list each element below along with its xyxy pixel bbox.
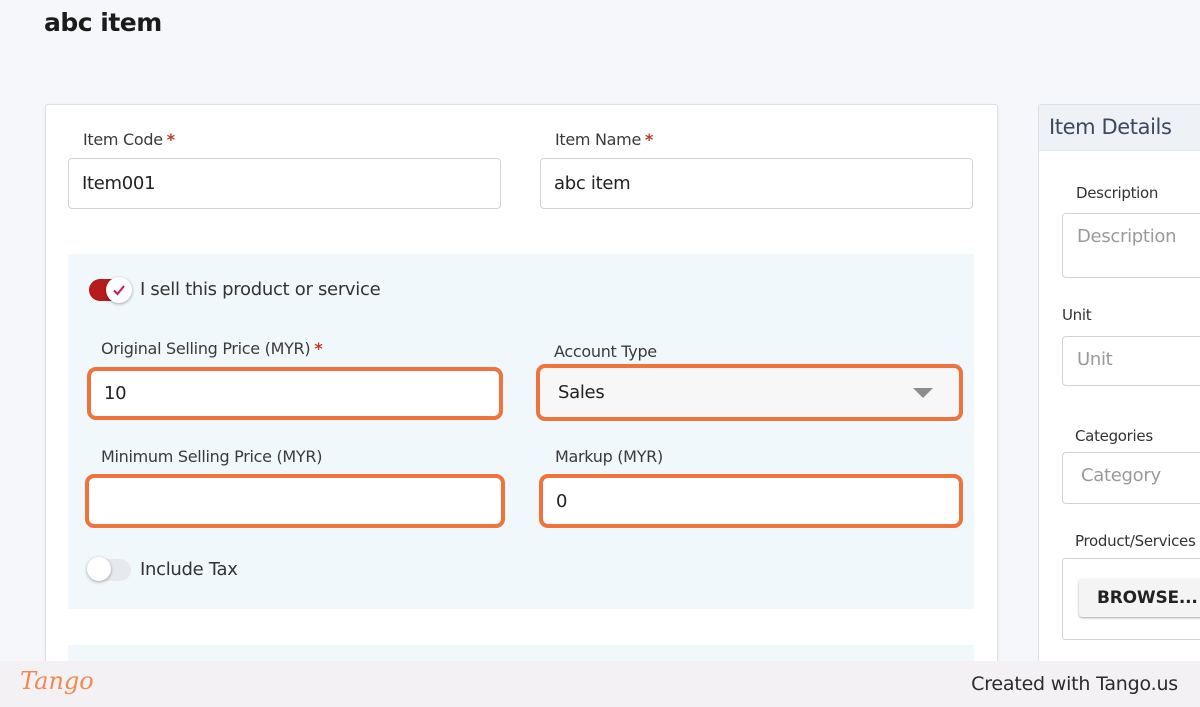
product-services-box: BROWSE... [1062, 558, 1200, 640]
description-input[interactable]: Description [1062, 213, 1200, 278]
caret-down-icon [913, 388, 933, 398]
toggle-knob [106, 277, 132, 303]
unit-placeholder: Unit [1077, 349, 1113, 370]
item-details-header: Item Details [1039, 105, 1200, 151]
account-type-select[interactable]: Sales [536, 364, 963, 421]
minimum-price-input[interactable] [85, 474, 505, 528]
browse-button[interactable]: BROWSE... [1079, 579, 1200, 617]
account-type-value: Sales [558, 382, 605, 403]
item-name-label-text: Item Name [555, 130, 642, 149]
required-marker: * [645, 130, 654, 149]
minimum-price-label: Minimum Selling Price (MYR) [101, 447, 323, 466]
original-price-label: Original Selling Price (MYR) * [101, 339, 323, 358]
original-price-label-text: Original Selling Price (MYR) [101, 339, 311, 358]
tango-footer: Tango Created with Tango.us [0, 661, 1200, 707]
original-price-input[interactable]: 10 [87, 367, 503, 420]
original-price-value: 10 [104, 383, 127, 404]
required-marker: * [314, 339, 323, 358]
account-type-label: Account Type [554, 342, 657, 361]
item-code-input[interactable]: Item001 [68, 158, 501, 209]
markup-input[interactable]: 0 [539, 474, 963, 528]
markup-label: Markup (MYR) [555, 447, 663, 466]
check-icon [113, 285, 125, 296]
item-code-label: Item Code * [83, 130, 175, 149]
category-select[interactable]: Category [1062, 452, 1200, 504]
item-code-value: Item001 [82, 173, 156, 194]
unit-input[interactable]: Unit [1062, 336, 1200, 386]
category-placeholder: Category [1081, 465, 1161, 486]
item-name-input[interactable]: abc item [540, 158, 973, 209]
include-tax-toggle[interactable] [87, 557, 131, 581]
product-services-label: Product/Services [1075, 532, 1196, 550]
categories-label: Categories [1075, 427, 1153, 445]
item-name-value: abc item [554, 173, 631, 194]
include-tax-label: Include Tax [140, 559, 238, 580]
page-title: abc item [44, 8, 162, 37]
unit-label: Unit [1062, 306, 1092, 324]
tango-credit: Created with Tango.us [971, 673, 1178, 695]
toggle-knob [87, 557, 111, 581]
item-name-label: Item Name * [555, 130, 653, 149]
markup-value: 0 [556, 490, 568, 512]
sell-toggle-label: I sell this product or service [140, 279, 381, 300]
tango-logo: Tango [20, 667, 94, 695]
sell-panel [68, 254, 974, 609]
item-details-title: Item Details [1049, 115, 1172, 139]
sell-toggle[interactable] [89, 277, 132, 303]
item-details-card: Item Details Description Description Uni… [1038, 104, 1200, 674]
item-code-label-text: Item Code [83, 130, 163, 149]
required-marker: * [166, 130, 175, 149]
description-label: Description [1076, 184, 1159, 202]
description-placeholder: Description [1077, 226, 1177, 247]
